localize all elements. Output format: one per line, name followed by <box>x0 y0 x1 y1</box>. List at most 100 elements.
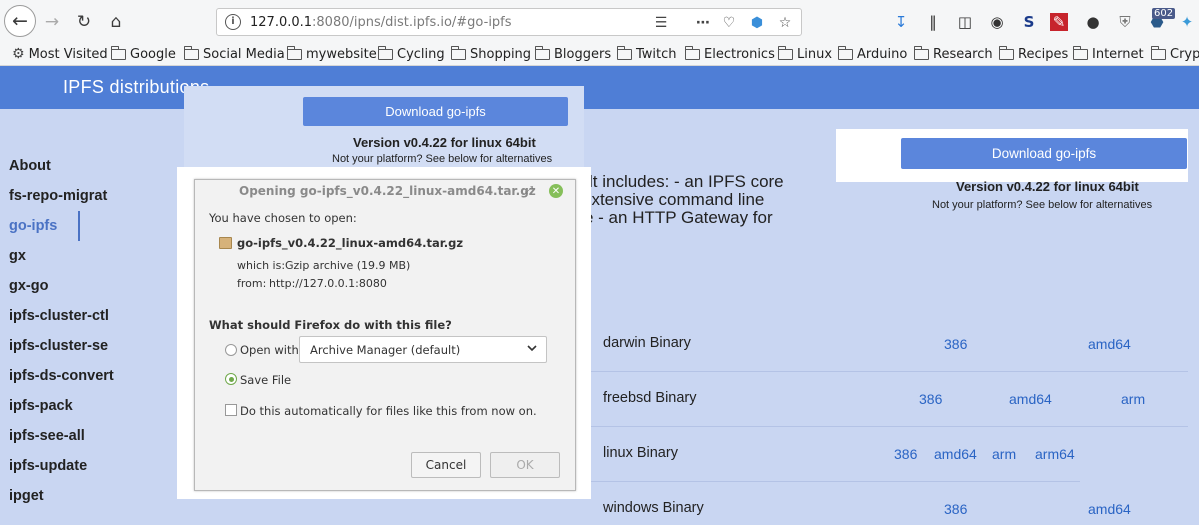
save-file-label[interactable]: Save File <box>240 373 291 387</box>
arch-link[interactable]: amd64 <box>934 446 977 462</box>
sidebar-item-fs-repo-migrations[interactable]: fs-repo-migrat <box>9 188 107 204</box>
pocket-icon[interactable]: ♡ <box>719 13 739 33</box>
arch-link[interactable]: amd64 <box>1088 501 1131 517</box>
bookmark-most-visited[interactable]: ⚙ Most Visited <box>12 44 108 64</box>
sidebar-item-about[interactable]: About <box>9 158 51 174</box>
url-text[interactable]: 127.0.0.1:8080/ipns/dist.ipfs.io/#go-ipf… <box>250 15 512 30</box>
sidebar-item-ipfs-ds-convert[interactable]: ipfs-ds-convert <box>9 368 114 384</box>
bookmark-star-icon[interactable]: ☆ <box>775 13 795 33</box>
folder-icon <box>535 45 550 60</box>
from-label: from: <box>237 277 267 290</box>
sidebar-icon[interactable]: ◫ <box>954 11 976 33</box>
sidebar-item-gx[interactable]: gx <box>9 248 26 264</box>
dialog-titlebar[interactable]: Opening go-ipfs_v0.4.22_linux-amd64.tar.… <box>195 180 575 202</box>
url-bar[interactable]: i 127.0.0.1:8080/ipns/dist.ipfs.io/#go-i… <box>216 8 802 36</box>
auto-checkbox[interactable] <box>225 404 237 416</box>
dialog-title: Opening go-ipfs_v0.4.22_linux-amd64.tar.… <box>239 184 536 198</box>
folder-icon <box>838 45 853 60</box>
page-actions-icon[interactable]: ⋯ <box>693 13 713 33</box>
description-line: lt includes: - an IPFS core <box>589 172 784 191</box>
chevron-down-icon <box>527 345 537 352</box>
open-with-radio[interactable] <box>225 344 237 356</box>
home-icon: ⌂ <box>110 12 122 32</box>
bookmark-folder[interactable]: mywebsite <box>287 44 377 64</box>
arch-link[interactable]: arm <box>1121 391 1145 407</box>
bookmark-folder[interactable]: Arduino <box>838 44 907 64</box>
folder-icon <box>999 45 1014 60</box>
balls-extension-icon[interactable]: ● <box>1082 11 1104 33</box>
s-extension-icon[interactable]: S <box>1018 11 1040 33</box>
arch-link[interactable]: 386 <box>944 501 967 517</box>
sidebar-item-ipget[interactable]: ipget <box>9 488 44 504</box>
info-icon[interactable]: i <box>225 14 241 30</box>
home-button[interactable]: ⌂ <box>102 8 130 36</box>
auto-label[interactable]: Do this automatically for files like thi… <box>240 404 537 418</box>
back-button[interactable]: ← <box>4 5 36 37</box>
table-divider <box>590 426 1188 427</box>
download-button-main[interactable]: Download go-ipfs <box>901 138 1187 169</box>
bookmark-folder[interactable]: Crypt <box>1151 44 1199 64</box>
file-source: http://127.0.0.1:8080 <box>269 277 387 290</box>
bookmark-folder[interactable]: Internet <box>1073 44 1144 64</box>
version-title: Version v0.4.22 for linux 64bit <box>353 135 536 150</box>
bookmark-folder[interactable]: Cycling <box>378 44 445 64</box>
ok-button[interactable]: OK <box>490 452 560 478</box>
account-icon[interactable]: ◉ <box>986 11 1008 33</box>
arch-link[interactable]: amd64 <box>1088 336 1131 352</box>
open-with-app: Archive Manager (default) <box>310 343 461 357</box>
extension-badge: 602 <box>1152 8 1176 19</box>
which-is-label: which is: <box>237 259 286 272</box>
open-with-select[interactable]: Archive Manager (default) <box>299 336 547 363</box>
active-indicator <box>78 211 80 241</box>
gear-icon: ⚙ <box>12 46 25 62</box>
sidebar-item-ipfs-update[interactable]: ipfs-update <box>9 458 87 474</box>
sidebar-item-go-ipfs[interactable]: go-ipfs <box>9 218 57 234</box>
cancel-button[interactable]: Cancel <box>411 452 481 478</box>
forward-button[interactable]: → <box>38 8 66 36</box>
arch-link[interactable]: 386 <box>894 446 917 462</box>
bookmark-folder[interactable]: Electronics <box>685 44 775 64</box>
reader-view-icon[interactable]: ☰ <box>651 13 671 33</box>
ublock-icon[interactable]: ⛨ <box>1114 11 1136 33</box>
puzzle-extension-icon[interactable]: ✦ <box>1176 11 1198 33</box>
bookmark-folder[interactable]: Bloggers <box>535 44 611 64</box>
chosen-label: You have chosen to open: <box>209 211 357 225</box>
folder-icon <box>378 45 393 60</box>
bookmark-folder[interactable]: Research <box>914 44 993 64</box>
bookmark-folder[interactable]: Twitch <box>617 44 677 64</box>
sidebar-item-ipfs-cluster-service[interactable]: ipfs-cluster-se <box>9 338 108 354</box>
sidebar-item-ipfs-see-all[interactable]: ipfs-see-all <box>9 428 85 444</box>
sidebar-item-ipfs-cluster-ctl[interactable]: ipfs-cluster-ctl <box>9 308 109 324</box>
arch-link[interactable]: amd64 <box>1009 391 1052 407</box>
bookmark-folder[interactable]: Google <box>111 44 176 64</box>
library-icon[interactable]: ‖ <box>922 11 944 33</box>
reload-button[interactable]: ↻ <box>70 8 98 36</box>
question-label: What should Firefox do with this file? <box>209 318 452 332</box>
pen-extension-icon[interactable]: ✎ <box>1050 13 1068 31</box>
bookmark-folder[interactable]: Recipes <box>999 44 1068 64</box>
open-with-label[interactable]: Open with <box>240 343 299 357</box>
sidebar-item-ipfs-pack[interactable]: ipfs-pack <box>9 398 73 414</box>
file-type: Gzip archive (19.9 MB) <box>285 259 411 272</box>
bookmark-folder[interactable]: Shopping <box>451 44 531 64</box>
arch-link[interactable]: 386 <box>919 391 942 407</box>
arch-link[interactable]: arm <box>992 446 1016 462</box>
folder-icon <box>1073 45 1088 60</box>
sidebar-item-gx-go[interactable]: gx-go <box>9 278 48 294</box>
cube-extension-icon[interactable]: ⬢ <box>747 13 767 33</box>
save-file-radio[interactable] <box>225 373 237 385</box>
reload-icon: ↻ <box>76 12 92 32</box>
version-subtitle: Not your platform? See below for alterna… <box>332 153 553 165</box>
arch-link[interactable]: 386 <box>944 336 967 352</box>
file-name: go-ipfs_v0.4.22_linux-amd64.tar.gz <box>237 236 464 250</box>
download-icon[interactable]: ↧ <box>890 11 912 33</box>
close-icon[interactable]: ✕ <box>549 184 563 198</box>
restore-icon[interactable]: ⤢ <box>525 185 533 196</box>
arch-link[interactable]: arm64 <box>1035 446 1075 462</box>
download-button[interactable]: Download go-ipfs <box>303 97 568 126</box>
folder-icon <box>111 45 126 60</box>
platform-darwin: darwin Binary <box>603 335 691 351</box>
bookmark-folder[interactable]: Linux <box>778 44 832 64</box>
bookmark-folder[interactable]: Social Media <box>184 44 285 64</box>
version-title-main: Version v0.4.22 for linux 64bit <box>956 179 1139 194</box>
